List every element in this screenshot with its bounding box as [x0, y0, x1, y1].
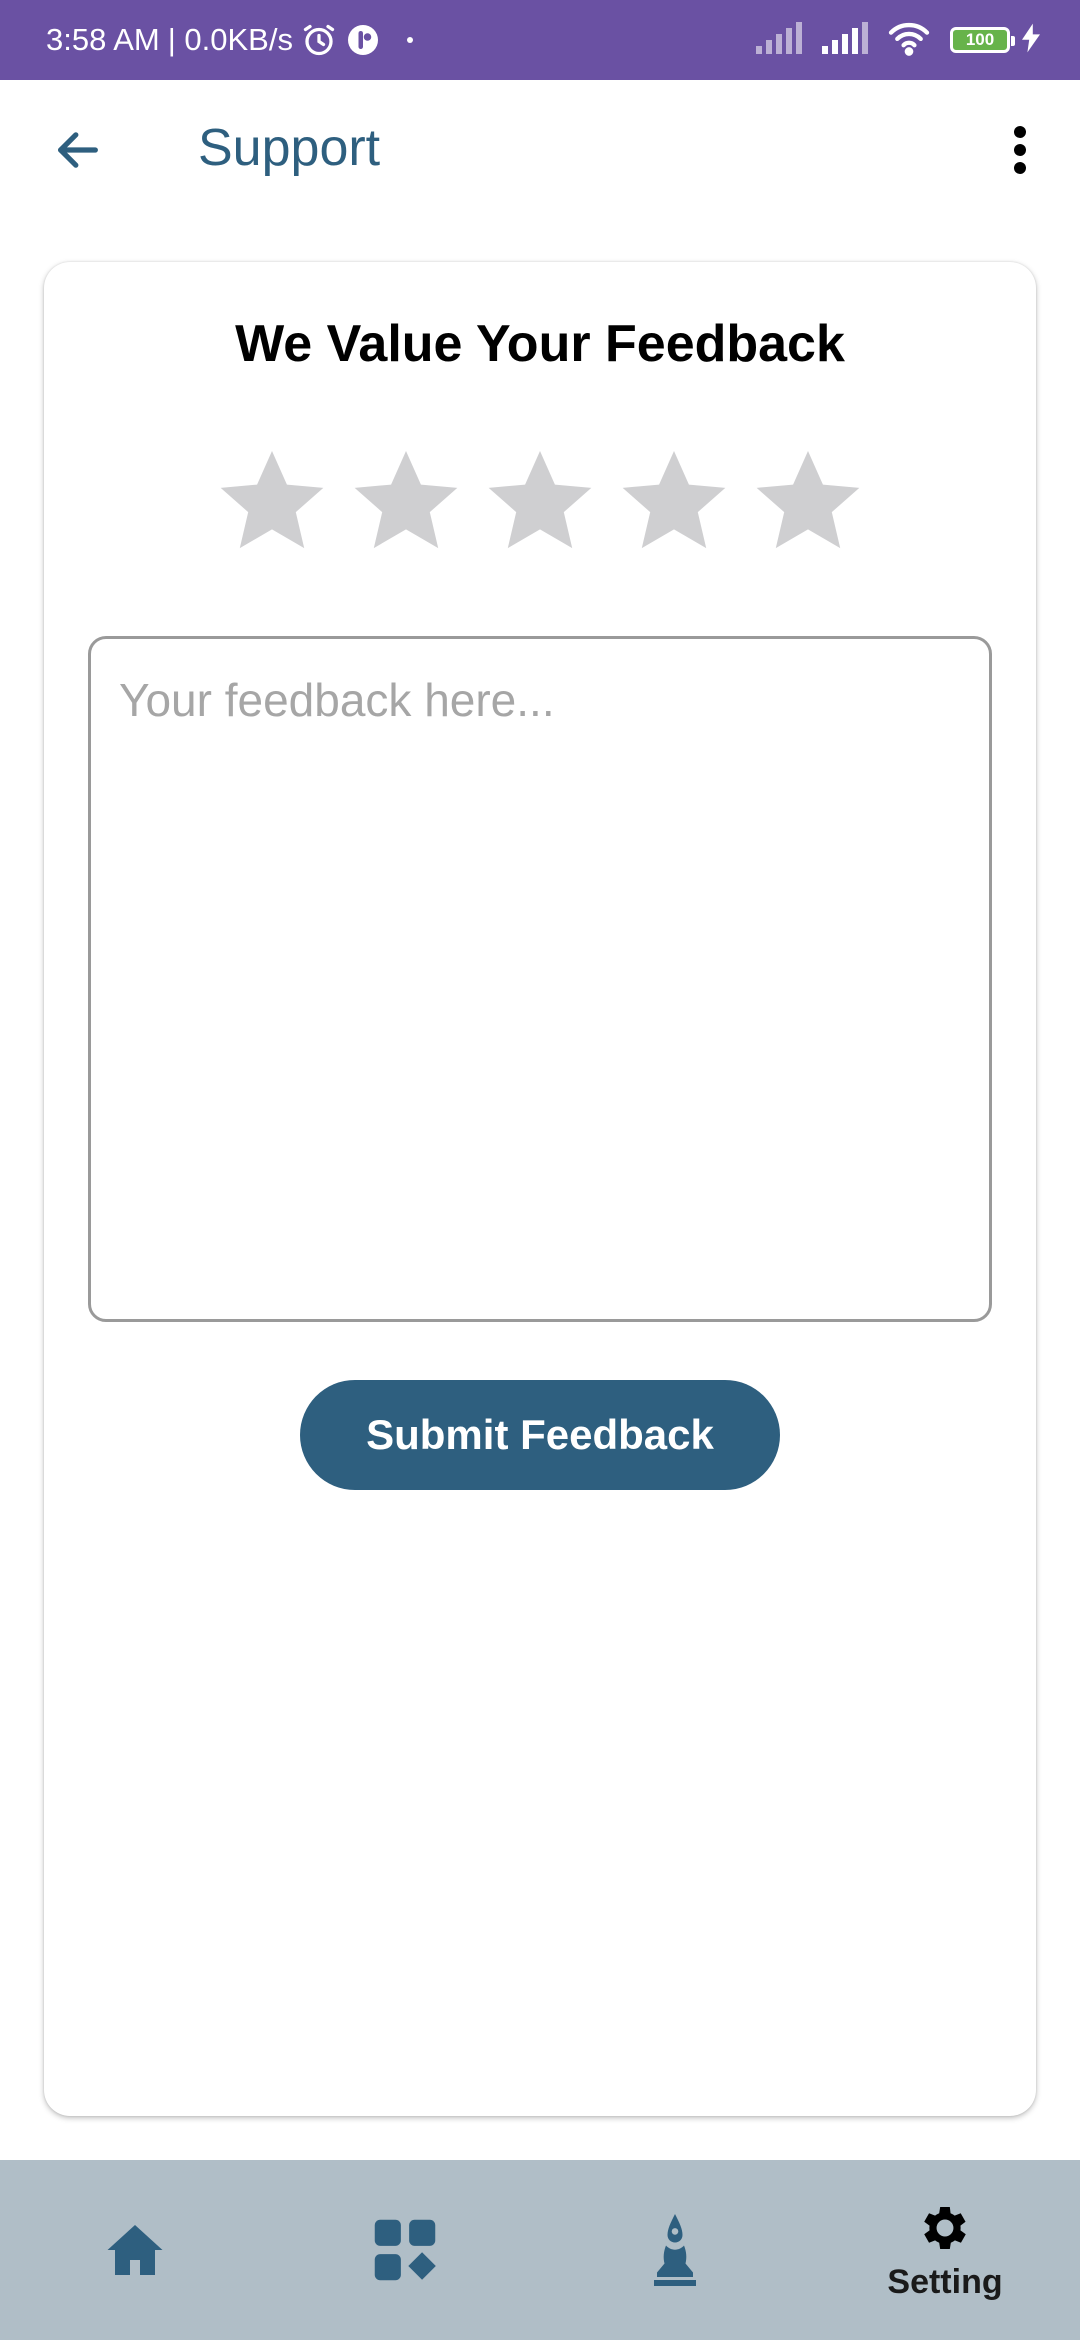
gear-icon	[924, 2206, 966, 2249]
dot-icon	[405, 35, 415, 45]
more-options-button[interactable]	[1000, 120, 1040, 180]
feedback-title: We Value Your Feedback	[235, 315, 845, 373]
star-icon	[756, 451, 860, 549]
signal-icon	[820, 21, 868, 59]
submit-feedback-button[interactable]: Submit Feedback	[300, 1380, 780, 1490]
star-icon	[622, 451, 726, 549]
feedback-input[interactable]	[91, 639, 989, 1319]
star-rating	[214, 442, 866, 562]
nav-item-home[interactable]	[75, 2160, 195, 2340]
nav-label-setting: Setting	[887, 2262, 1003, 2301]
status-left: 3:58 AM | 0.0KB/s	[46, 22, 415, 58]
status-right: 100	[736, 20, 1040, 61]
battery-icon: 100	[950, 27, 1015, 53]
status-network-speed: | 0.0KB/s	[167, 22, 293, 57]
battery-level: 100	[965, 30, 995, 49]
dashboard-icon	[374, 2219, 436, 2281]
charging-icon	[1022, 23, 1040, 58]
star-1[interactable]	[214, 442, 330, 558]
status-bar: 3:58 AM | 0.0KB/s 100	[0, 0, 1080, 80]
star-2[interactable]	[348, 442, 464, 558]
nav-item-setting[interactable]: Setting	[870, 2160, 1020, 2340]
nav-item-dashboard[interactable]	[345, 2160, 465, 2340]
feedback-input-container	[88, 636, 992, 1322]
feedback-card: We Value Your Feedback Submit Feedback	[44, 262, 1036, 2116]
home-icon	[107, 2225, 163, 2275]
wifi-icon	[886, 20, 932, 61]
star-4[interactable]	[616, 442, 732, 558]
star-icon	[354, 451, 458, 549]
alarm-icon	[301, 22, 337, 58]
bottom-navigation: Setting	[0, 2160, 1080, 2340]
arrow-left-icon	[58, 132, 98, 168]
star-icon	[220, 451, 324, 549]
signal-icon	[754, 21, 802, 59]
page-title: Support	[198, 119, 381, 177]
nav-item-yoga[interactable]	[615, 2160, 735, 2340]
app-notification-icon	[345, 22, 381, 58]
meditation-icon	[654, 2214, 696, 2286]
app-bar: Support	[0, 80, 1080, 224]
status-time: 3:58 AM	[46, 22, 160, 57]
star-icon	[488, 451, 592, 549]
star-3[interactable]	[482, 442, 598, 558]
more-vertical-icon	[1014, 126, 1026, 174]
star-5[interactable]	[750, 442, 866, 558]
back-button[interactable]	[48, 120, 108, 180]
